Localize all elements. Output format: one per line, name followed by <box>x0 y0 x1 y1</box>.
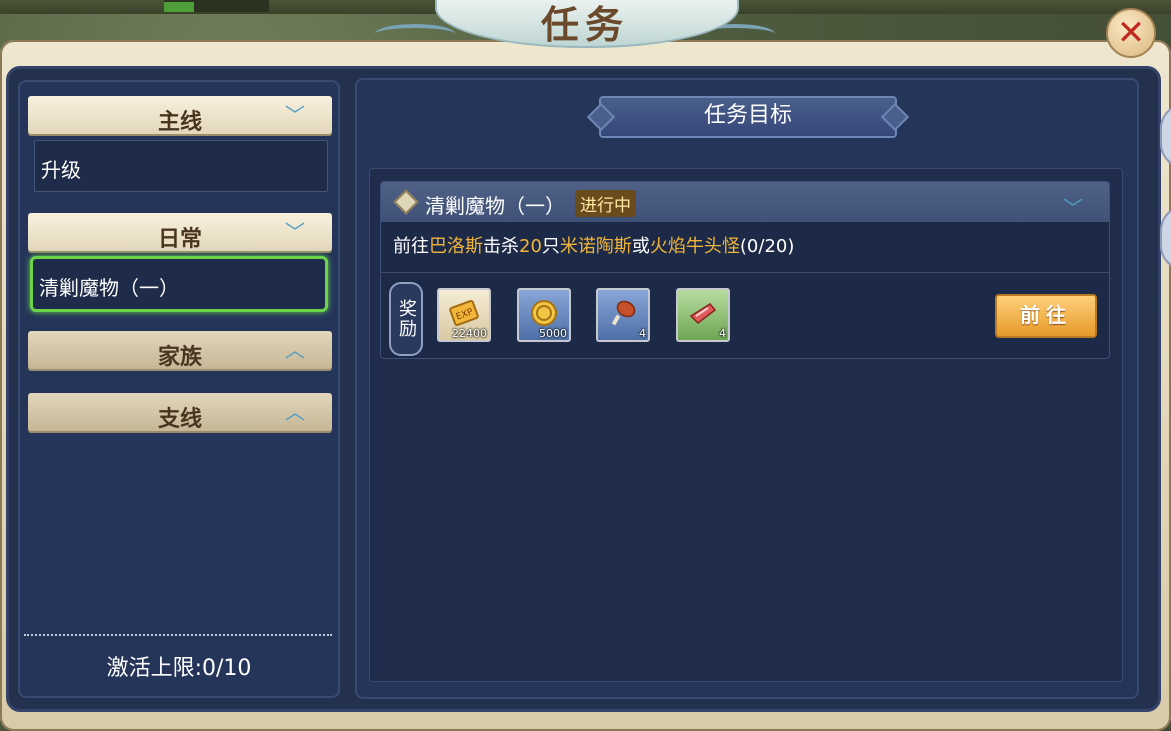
status-badge: 进行中 <box>575 190 636 217</box>
window-title: 任务 <box>540 3 629 47</box>
reward-raw-meat[interactable]: 4 <box>676 288 730 342</box>
exp-icon: EXP <box>449 300 479 326</box>
reward-qty: 5000 <box>539 327 567 340</box>
category-main-quest[interactable]: 主线 ﹀ <box>28 96 332 135</box>
category-side-quest[interactable]: 支线 ︿ <box>28 393 332 432</box>
chevron-up-icon: ︿ <box>285 400 305 424</box>
reward-gold[interactable]: 5000 <box>517 288 571 342</box>
raw-meat-icon <box>689 303 717 324</box>
chevron-down-icon: ﹀ <box>285 103 305 127</box>
reward-qty: 4 <box>719 327 726 340</box>
quest-category-panel: 主线 ﹀ 升级 日常 ﹀ 清剿魔物（一） 家族 ︿ 支线 ︿ 激活上限:0/10 <box>18 80 340 698</box>
hud-bar <box>164 0 269 12</box>
quest-item-label: 清剿魔物（一） <box>39 276 179 300</box>
chevron-down-icon[interactable]: ﹀ <box>1063 192 1083 221</box>
reward-meat-drumstick[interactable]: 4 <box>596 288 650 342</box>
quest-name: 清剿魔物（一） <box>425 194 565 218</box>
close-button[interactable]: ✕ <box>1106 8 1156 58</box>
category-family[interactable]: 家族 ︿ <box>28 331 332 370</box>
gold-coin-icon <box>531 300 557 326</box>
quest-card: 清剿魔物（一） 进行中 ﹀ 前往巴洛斯击杀20只米诺陶斯或火焰牛头怪(0/20)… <box>380 181 1110 359</box>
quest-item-clear-monsters[interactable]: 清剿魔物（一） <box>30 256 328 312</box>
divider <box>24 634 332 636</box>
divider <box>381 272 1109 273</box>
category-daily[interactable]: 日常 ﹀ <box>28 213 332 252</box>
reward-exp[interactable]: EXP 22400 <box>437 288 491 342</box>
chevron-down-icon: ﹀ <box>285 220 305 244</box>
quest-item-upgrade[interactable]: 升级 <box>34 140 328 192</box>
close-x-icon: ✕ <box>1116 13 1146 53</box>
window-title-banner: 任务 <box>375 0 795 48</box>
reward-qty: 4 <box>639 327 646 340</box>
quest-list-area: 清剿魔物（一） 进行中 ﹀ 前往巴洛斯击杀20只米诺陶斯或火焰牛头怪(0/20)… <box>369 168 1123 682</box>
meat-drumstick-icon <box>611 300 636 326</box>
chevron-up-icon: ︿ <box>285 338 305 362</box>
reward-qty: 22400 <box>452 327 487 340</box>
quest-item-label: 升级 <box>41 158 81 182</box>
quest-description: 前往巴洛斯击杀20只米诺陶斯或火焰牛头怪(0/20) <box>393 236 795 257</box>
quest-goal-header: 任务目标 <box>599 96 897 138</box>
reward-label: 奖励 <box>389 282 423 356</box>
diamond-icon <box>393 189 419 215</box>
quest-title-bar[interactable]: 清剿魔物（一） 进行中 ﹀ <box>381 182 1109 222</box>
quest-detail-panel: 任务目标 清剿魔物（一） 进行中 ﹀ 前往巴洛斯击杀20只米诺陶斯或火焰牛头怪(… <box>355 78 1139 699</box>
activation-limit: 激活上限:0/10 <box>106 656 252 681</box>
go-button[interactable]: 前往 <box>995 294 1097 338</box>
